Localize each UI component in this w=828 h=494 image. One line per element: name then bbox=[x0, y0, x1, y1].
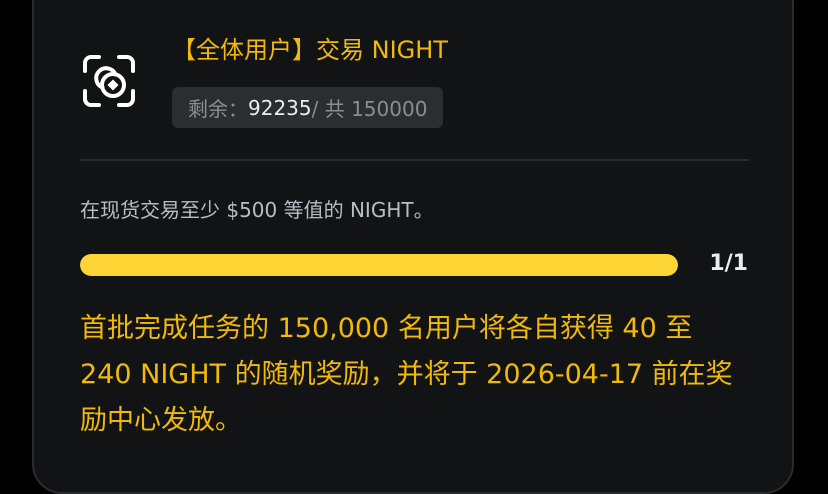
remaining-badge: 剩余： 92235 / 共 150000 bbox=[172, 87, 444, 128]
progress-bar bbox=[80, 254, 678, 276]
progress-fill bbox=[80, 254, 678, 276]
progress-label: 1/1 bbox=[709, 251, 748, 276]
task-title: 【全体用户】交易 NIGHT bbox=[172, 36, 448, 64]
total-text: / 共 150000 bbox=[311, 97, 428, 121]
divider bbox=[80, 159, 749, 161]
reward-description: 首批完成任务的 150,000 名用户将各自获得 40 至 240 NIGHT … bbox=[80, 313, 733, 436]
remaining-value: 92235 bbox=[248, 95, 312, 120]
remaining-label: 剩余： bbox=[188, 97, 248, 121]
task-requirement: 在现货交易至少 $500 等值的 NIGHT。 bbox=[80, 198, 434, 222]
scan-coin-icon bbox=[83, 55, 135, 107]
